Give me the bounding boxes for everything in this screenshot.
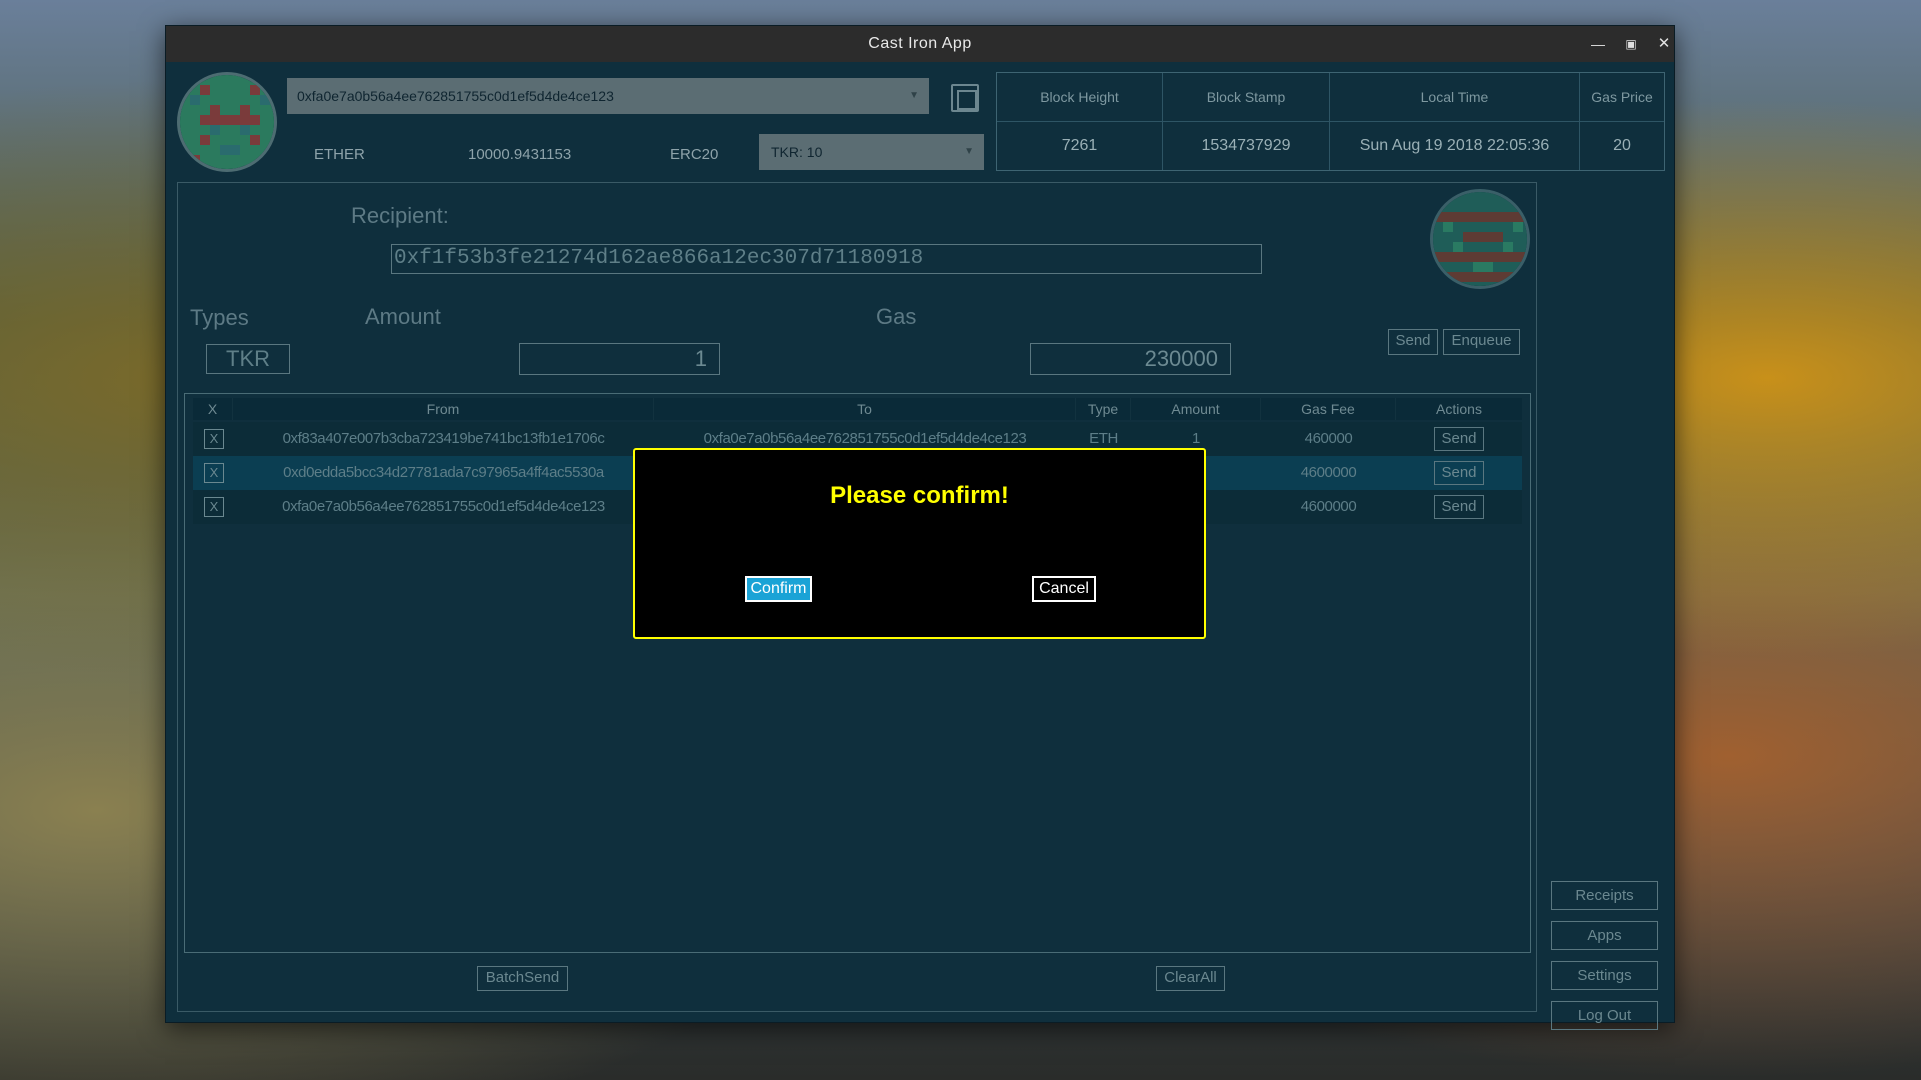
chain-info-values: 7261 1534737929 Sun Aug 19 2018 22:05:36… bbox=[997, 122, 1664, 170]
col-from-header: From bbox=[233, 398, 654, 420]
row-send-button[interactable]: Send bbox=[1434, 427, 1484, 451]
amount-label: Amount bbox=[365, 304, 441, 329]
title-bar[interactable]: Cast Iron App — ▣ ✕ bbox=[166, 26, 1674, 62]
remove-row-checkbox[interactable]: X bbox=[204, 429, 224, 449]
ether-balance: 10000.9431153 bbox=[468, 146, 572, 163]
col-to-header: To bbox=[654, 398, 1076, 420]
block-height-value: 7261 bbox=[997, 122, 1163, 170]
chain-info-header: Block Height Block Stamp Local Time Gas … bbox=[997, 73, 1664, 122]
remove-row-checkbox[interactable]: X bbox=[204, 463, 224, 483]
identicon-wallet bbox=[180, 75, 274, 169]
window-title: Cast Iron App bbox=[868, 35, 972, 52]
recipient-address-field[interactable]: 0xf1f53b3fe21274d162ae866a12ec307d711809… bbox=[391, 244, 1262, 274]
local-time-header: Local Time bbox=[1330, 73, 1580, 122]
confirm-button[interactable]: Confirm bbox=[745, 576, 812, 602]
gas-input[interactable]: 230000 bbox=[1030, 343, 1231, 375]
row-send-button[interactable]: Send bbox=[1434, 495, 1484, 519]
confirm-dialog: Please confirm! Confirm Cancel bbox=[633, 448, 1206, 639]
recipient-avatar bbox=[1430, 189, 1530, 289]
app-window: Cast Iron App — ▣ ✕ 0xfa0e7a0b56a4ee7628… bbox=[165, 25, 1675, 1030]
close-icon[interactable]: ✕ bbox=[1652, 32, 1676, 56]
gas-label: Gas bbox=[876, 304, 917, 329]
row-from: 0xf83a407e007b3cba723419be741bc13fb1e170… bbox=[282, 430, 605, 447]
type-selector[interactable]: TKR bbox=[206, 344, 290, 374]
log-out-button[interactable]: Log Out bbox=[1551, 1001, 1658, 1030]
minimize-icon[interactable]: — bbox=[1586, 32, 1610, 56]
erc20-label: ERC20 bbox=[670, 146, 719, 163]
row-send-button[interactable]: Send bbox=[1434, 461, 1484, 485]
local-time-value: Sun Aug 19 2018 22:05:36 bbox=[1330, 122, 1580, 170]
col-x-header: X bbox=[193, 398, 233, 420]
apps-button[interactable]: Apps bbox=[1551, 921, 1658, 950]
block-stamp-header: Block Stamp bbox=[1163, 73, 1330, 122]
queue-table-header: X From To Type Amount Gas Fee Actions bbox=[193, 398, 1522, 420]
receipts-button[interactable]: Receipts bbox=[1551, 881, 1658, 910]
chevron-down-icon: ▼ bbox=[964, 146, 974, 157]
address-selector[interactable]: 0xfa0e7a0b56a4ee762851755c0d1ef5d4de4ce1… bbox=[287, 78, 929, 114]
gas-price-value: 20 bbox=[1613, 137, 1631, 154]
recipient-label: Recipient: bbox=[351, 203, 449, 228]
settings-button[interactable]: Settings bbox=[1551, 961, 1658, 990]
block-height-header: Block Height bbox=[997, 73, 1163, 122]
chevron-down-icon: ▼ bbox=[909, 90, 919, 101]
wallet-avatar bbox=[177, 72, 277, 172]
enqueue-button[interactable]: Enqueue bbox=[1443, 329, 1520, 355]
col-gas-fee-header: Gas Fee bbox=[1261, 398, 1396, 420]
token-selector-value: TKR: 10 bbox=[771, 144, 823, 160]
clear-all-button[interactable]: ClearAll bbox=[1156, 966, 1225, 991]
amount-input[interactable]: 1 bbox=[519, 343, 720, 375]
col-type-header: Type bbox=[1076, 398, 1131, 420]
token-selector[interactable]: TKR: 10 ▼ bbox=[759, 134, 984, 170]
row-gas-fee: 460000 bbox=[1304, 430, 1353, 447]
gas-price-header: Gas Price bbox=[1591, 89, 1653, 105]
chain-info-table: Block Height Block Stamp Local Time Gas … bbox=[996, 72, 1665, 171]
send-button[interactable]: Send bbox=[1388, 329, 1438, 355]
col-actions-header: Actions bbox=[1436, 401, 1482, 417]
ether-label: ETHER bbox=[314, 146, 365, 163]
row-gas-fee: 4600000 bbox=[1300, 498, 1357, 515]
identicon-recipient bbox=[1433, 192, 1527, 286]
row-from: 0xfa0e7a0b56a4ee762851755c0d1ef5d4de4ce1… bbox=[282, 498, 605, 515]
address-selector-value: 0xfa0e7a0b56a4ee762851755c0d1ef5d4de4ce1… bbox=[297, 88, 614, 104]
remove-row-checkbox[interactable]: X bbox=[204, 497, 224, 517]
batch-send-button[interactable]: BatchSend bbox=[477, 966, 568, 991]
row-gas-fee: 4600000 bbox=[1300, 464, 1357, 481]
confirm-dialog-title: Please confirm! bbox=[830, 482, 1009, 509]
copy-icon[interactable] bbox=[951, 84, 979, 112]
col-amount-header: Amount bbox=[1131, 398, 1261, 420]
cancel-button[interactable]: Cancel bbox=[1032, 576, 1096, 602]
types-label: Types bbox=[190, 305, 249, 330]
maximize-icon[interactable]: ▣ bbox=[1619, 32, 1643, 56]
row-from: 0xd0edda5bcc34d27781ada7c97965a4ff4ac553… bbox=[283, 464, 604, 481]
block-stamp-value: 1534737929 bbox=[1163, 122, 1330, 170]
